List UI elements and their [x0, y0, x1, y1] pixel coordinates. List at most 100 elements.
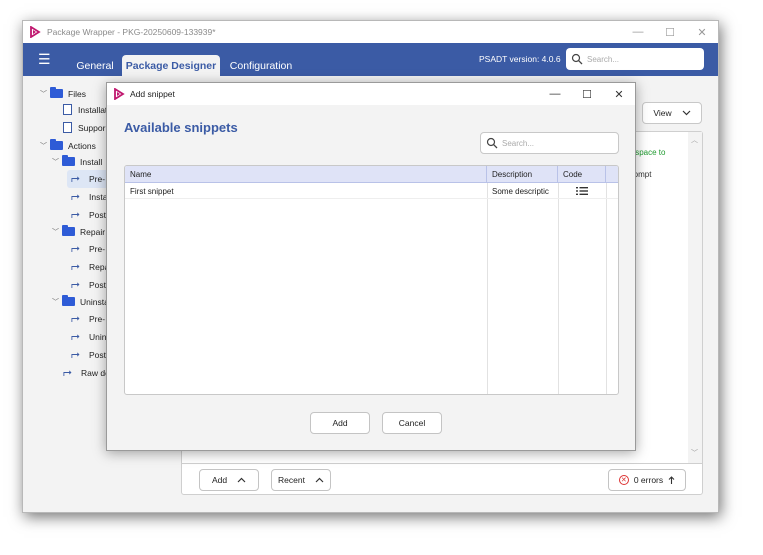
tab-configuration[interactable]: Configuration — [226, 55, 296, 76]
editor-scrollbar[interactable] — [688, 132, 702, 465]
errors-button[interactable]: ✕ 0 errors — [608, 469, 686, 491]
window-title: Package Wrapper - PKG-20250609-133939* — [47, 27, 216, 37]
tree-label: Insta — [89, 191, 108, 202]
tree-item-raw[interactable]: ⮣ Raw de — [63, 365, 110, 380]
snippet-description-cell: Some descriptic — [492, 186, 549, 196]
tree-label: Install — [80, 156, 103, 167]
folder-icon — [50, 87, 63, 98]
tree-item-install-post[interactable]: ⮣ Post — [71, 207, 106, 222]
tree-label: Post — [89, 349, 107, 360]
scroll-down-icon[interactable]: ﹀ — [691, 448, 698, 458]
view-dropdown[interactable]: View — [642, 102, 702, 124]
chevron-down-icon[interactable]: ﹀ — [52, 297, 62, 307]
tree-item-files[interactable]: ﹀ Files — [40, 86, 86, 101]
tree-item-install-pre[interactable]: ⮣ Pre- — [71, 171, 105, 186]
redo-arrow-icon: ⮣ — [71, 348, 80, 360]
redo-arrow-icon: ⮣ — [71, 190, 80, 202]
minimize-button[interactable]: — — [622, 21, 654, 43]
list-icon[interactable] — [576, 187, 588, 195]
file-icon — [63, 122, 72, 133]
tree-label: Pre- — [89, 313, 106, 324]
search-placeholder: Search... — [502, 138, 535, 148]
tree-item-repair-pre[interactable]: ⮣ Pre- — [71, 241, 105, 256]
dialog-close-button[interactable]: ✕ — [603, 83, 635, 105]
search-icon — [571, 53, 583, 65]
tree-item-repair-post[interactable]: ⮣ Post — [71, 277, 106, 292]
add-snippet-dialog: Add snippet — ☐ ✕ Available snippets Sea… — [106, 82, 636, 451]
snippets-table: Name Description Code First snippet Some… — [124, 165, 619, 395]
redo-arrow-icon: ⮣ — [71, 312, 80, 324]
close-button[interactable]: ✕ — [686, 21, 718, 43]
hamburger-menu-icon[interactable]: ☰ — [38, 52, 51, 66]
redo-arrow-icon: ⮣ — [71, 278, 80, 290]
chevron-down-icon[interactable]: ﹀ — [52, 227, 62, 237]
psadt-version: PSADT version: 4.0.6 — [479, 54, 561, 64]
title-bar[interactable]: Package Wrapper - PKG-20250609-133939* —… — [23, 21, 718, 43]
search-placeholder: Search... — [587, 54, 620, 64]
tree-label: Repair — [80, 226, 106, 237]
tree-label: Unin — [89, 331, 107, 342]
tree-item-uninstall[interactable]: ﹀ Uninsta — [52, 294, 109, 309]
file-icon — [63, 104, 72, 115]
tab-general[interactable]: General — [71, 55, 119, 76]
column-header-code[interactable]: Code — [558, 166, 606, 183]
tree-item-support[interactable]: Suppor — [63, 120, 105, 135]
cancel-button[interactable]: Cancel — [382, 412, 442, 434]
maximize-button[interactable]: ☐ — [654, 21, 686, 43]
tree-item-repair[interactable]: ﹀ Repair — [52, 224, 105, 239]
tree-label: Pre- — [89, 243, 106, 254]
chevron-down-icon[interactable]: ﹀ — [40, 89, 50, 99]
tree-item-repair-repair[interactable]: ⮣ Repa — [71, 259, 109, 274]
chevron-down-icon[interactable]: ﹀ — [40, 141, 50, 151]
add-label: Add — [211, 475, 228, 485]
scroll-up-icon[interactable]: ︿ — [691, 135, 698, 145]
tree-item-uninstall-uninstall[interactable]: ⮣ Unin — [71, 329, 106, 344]
nav-bar: ☰ General Package Designer Configuration… — [23, 43, 718, 76]
add-button[interactable]: Add — [310, 412, 370, 434]
table-row[interactable]: First snippet Some descriptic — [125, 183, 618, 199]
recent-dropdown-button[interactable]: Recent — [271, 469, 331, 491]
redo-arrow-icon: ⮣ — [71, 208, 80, 220]
column-header-description[interactable]: Description — [487, 166, 558, 183]
recent-label: Recent — [278, 475, 305, 485]
tree-item-uninstall-pre[interactable]: ⮣ Pre- — [71, 311, 105, 326]
dialog-heading: Available snippets — [124, 120, 238, 135]
tree-label: Suppor — [78, 122, 106, 133]
snippet-code-cell[interactable] — [558, 183, 606, 199]
add-dropdown-button[interactable]: Add — [199, 469, 259, 491]
column-divider — [487, 183, 488, 394]
folder-icon — [62, 155, 75, 166]
column-divider — [606, 183, 607, 394]
chevron-up-icon — [237, 477, 246, 483]
dialog-title-bar[interactable]: Add snippet — ☐ ✕ — [107, 83, 635, 105]
tree-item-install[interactable]: ﹀ Install — [52, 154, 102, 169]
snippet-search-input[interactable]: Search... — [480, 132, 619, 154]
search-icon — [486, 137, 498, 149]
tree-label: Post — [89, 279, 107, 290]
tree-label: Installati — [78, 104, 110, 115]
tree-label: Post — [89, 209, 107, 220]
error-circle-icon: ✕ — [618, 475, 629, 485]
redo-arrow-icon: ⮣ — [71, 242, 80, 254]
folder-icon — [50, 139, 63, 150]
tree-item-install-install[interactable]: ⮣ Insta — [71, 189, 107, 204]
search-input[interactable]: Search... — [566, 48, 704, 70]
tree-label: Files — [68, 88, 86, 99]
chevron-down-icon — [682, 110, 691, 116]
tree-item-installation[interactable]: Installati — [63, 102, 109, 117]
tree-label: Pre- — [89, 173, 106, 184]
app-logo-icon — [30, 26, 41, 38]
column-header-name[interactable]: Name — [125, 166, 487, 183]
tree-label: Uninsta — [80, 296, 109, 307]
tree-item-uninstall-post[interactable]: ⮣ Post — [71, 347, 106, 362]
tree-item-actions[interactable]: ﹀ Actions — [40, 138, 96, 153]
chevron-down-icon[interactable]: ﹀ — [52, 157, 62, 167]
dialog-minimize-button[interactable]: — — [539, 83, 571, 105]
redo-arrow-icon: ⮣ — [71, 172, 80, 184]
dialog-maximize-button[interactable]: ☐ — [571, 83, 603, 105]
folder-icon — [62, 295, 75, 306]
chevron-up-icon — [315, 477, 324, 483]
tab-package-designer[interactable]: Package Designer — [122, 55, 220, 76]
snippet-name-cell: First snippet — [130, 186, 174, 196]
redo-arrow-icon: ⮣ — [71, 260, 80, 272]
